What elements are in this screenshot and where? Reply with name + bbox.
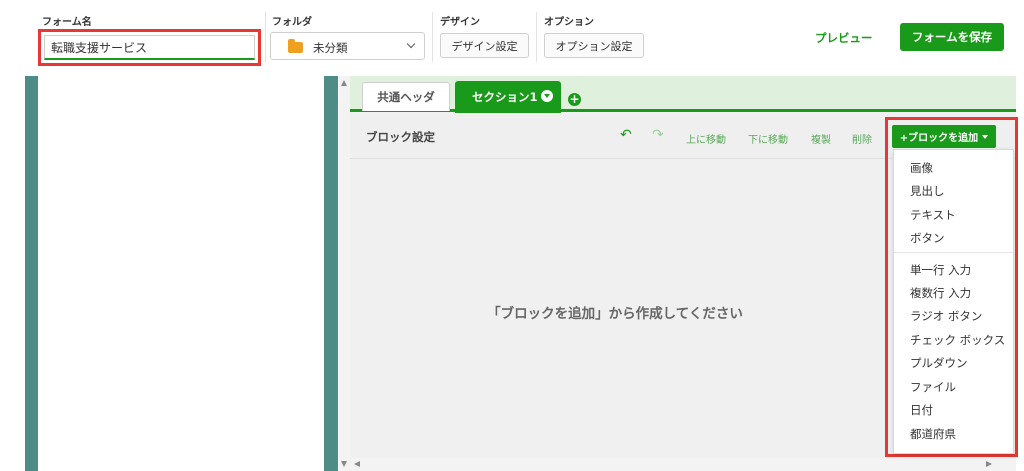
header-divider [536,12,537,62]
redo-icon[interactable]: ↷ [652,127,664,143]
menu-item-text[interactable]: テキスト [910,207,956,223]
design-settings-button[interactable]: デザイン設定 [440,33,529,58]
menu-item-checkbox[interactable]: チェック ボックス [910,332,1005,348]
design-label: デザイン [440,17,480,28]
chevron-down-icon [406,39,416,49]
tab-section1-label: セクション1 [472,90,538,104]
header-divider [265,12,266,62]
add-section-icon[interactable]: + [568,93,581,106]
undo-icon[interactable]: ↶ [620,127,632,143]
form-name-input[interactable] [44,35,255,60]
block-settings-title: ブロック設定 [366,130,435,144]
preview-link[interactable]: プレビュー [815,30,873,46]
tab-section1[interactable]: セクション1 [455,81,561,113]
scroll-down-icon[interactable] [341,461,347,467]
folder-value: 未分類 [313,41,348,55]
menu-item-file[interactable]: ファイル [910,379,956,395]
menu-item-pulldown[interactable]: プルダウン [910,355,968,371]
menu-item-image[interactable]: 画像 [910,160,933,176]
move-down-button[interactable]: 下に移動 [748,131,788,146]
form-preview-panel [25,76,339,471]
scroll-up-icon[interactable] [341,80,347,86]
menu-divider [894,252,1013,253]
menu-item-radio-button[interactable]: ラジオ ボタン [910,308,982,324]
preview-left-margin [25,76,38,471]
menu-item-single-line-input[interactable]: 単一行 入力 [910,262,971,278]
duplicate-button[interactable]: 複製 [811,131,831,146]
scroll-right-icon[interactable] [986,461,992,467]
folder-label: フォルダ [272,17,312,28]
header-divider [432,12,433,62]
form-name-label: フォーム名 [42,17,92,28]
menu-item-prefecture[interactable]: 都道府県 [910,426,956,442]
form-header-bar: フォーム名 フォルダ 未分類 デザイン デザイン設定 オプション オプション設定… [0,0,1024,72]
scroll-left-icon[interactable] [354,461,360,467]
delete-button[interactable]: 削除 [852,131,872,146]
form-name-highlight [38,29,261,66]
menu-item-multi-line-input[interactable]: 複数行 入力 [910,285,971,301]
tab-menu-caret-icon[interactable] [541,90,553,102]
preview-right-margin [324,76,338,471]
vertical-scrollbar[interactable] [339,76,350,471]
add-block-menu: 画像 見出し テキスト ボタン 単一行 入力 複数行 入力 ラジオ ボタン チェ… [893,149,1014,454]
menu-item-button[interactable]: ボタン [910,230,945,246]
option-label: オプション [544,17,594,28]
option-settings-button[interactable]: オプション設定 [544,33,644,58]
empty-state-message: 「ブロックを追加」から作成してください [487,306,743,322]
folder-select[interactable]: 未分類 [270,32,425,60]
menu-item-date[interactable]: 日付 [910,402,933,418]
tab-common-header[interactable]: 共通ヘッダ [362,82,450,111]
horizontal-scrollbar[interactable] [350,458,1016,471]
menu-item-heading[interactable]: 見出し [910,183,945,199]
folder-icon [288,39,303,53]
move-up-button[interactable]: 上に移動 [686,131,726,146]
save-form-button[interactable]: フォームを保存 [900,23,1004,51]
